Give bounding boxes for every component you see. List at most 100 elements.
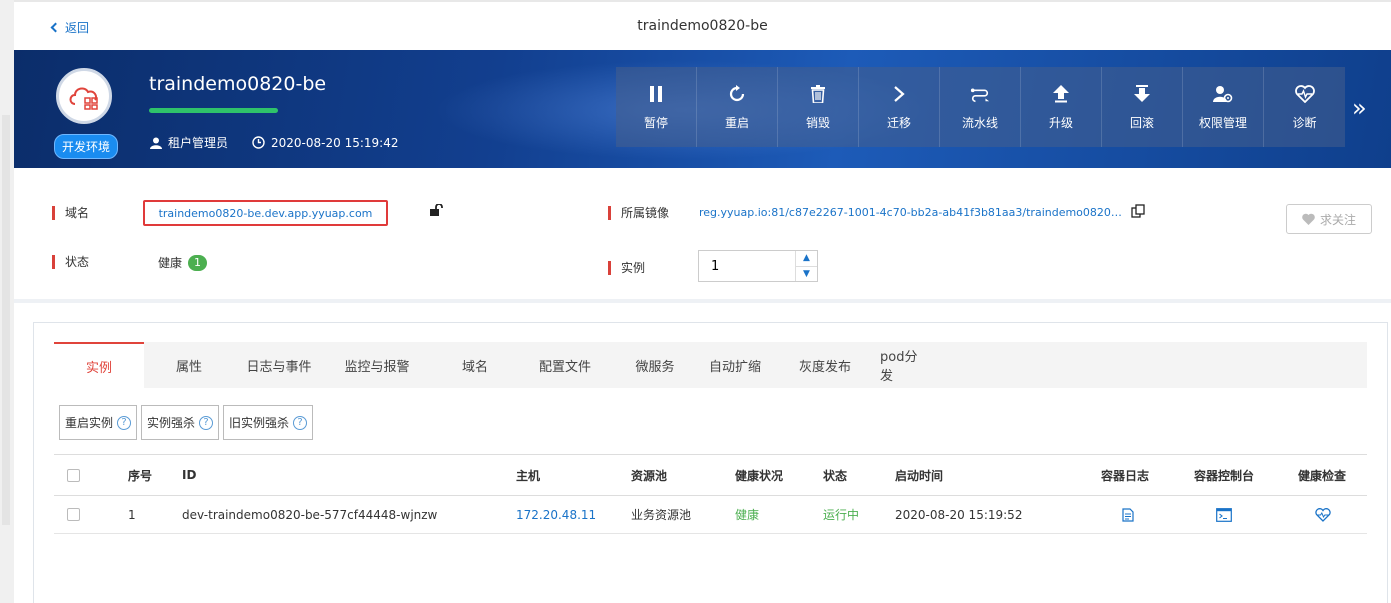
rollback-button[interactable]: 回滚 bbox=[1102, 67, 1183, 147]
restart-icon bbox=[727, 84, 747, 104]
upgrade-icon bbox=[1051, 84, 1071, 104]
tab-domain[interactable]: 域名 bbox=[430, 342, 520, 388]
pause-icon bbox=[646, 84, 666, 104]
page-title: traindemo0820-be bbox=[637, 18, 768, 34]
tab-gray-release[interactable]: 灰度发布 bbox=[770, 342, 880, 388]
permission-icon bbox=[1213, 84, 1233, 104]
tab-instances[interactable]: 实例 bbox=[54, 342, 144, 388]
copy-icon[interactable] bbox=[1131, 204, 1145, 221]
help-icon[interactable]: ? bbox=[293, 415, 308, 430]
row-id: dev-traindemo0820-be-577cf44448-wjnzw bbox=[182, 507, 438, 522]
kill-old-instance-button[interactable]: 旧实例强杀? bbox=[223, 405, 314, 440]
header-container-log: 容器日志 bbox=[1101, 468, 1150, 483]
follow-button[interactable]: 求关注 bbox=[1286, 204, 1372, 234]
owner-label: 租户管理员 bbox=[168, 136, 229, 150]
diagnose-button[interactable]: 诊断 bbox=[1264, 67, 1345, 147]
created-meta: 2020-08-20 15:19:42 bbox=[252, 136, 398, 150]
table-header: 序号 ID 主机 资源池 健康状况 状态 启动时间 容器日志 容器控制台 健康检… bbox=[54, 454, 1367, 496]
tab-microservices[interactable]: 微服务 bbox=[610, 342, 700, 388]
restart-instance-label: 重启实例 bbox=[65, 416, 114, 430]
tab-pod-distribution[interactable]: pod分发 bbox=[880, 342, 930, 388]
trash-icon bbox=[808, 84, 828, 104]
tab-bar: 实例 属性 日志与事件 监控与报警 域名 配置文件 微服务 自动扩缩 灰度发布 … bbox=[54, 342, 1367, 388]
rollback-icon bbox=[1132, 84, 1152, 104]
container-console-icon[interactable] bbox=[1216, 496, 1232, 533]
permission-button[interactable]: 权限管理 bbox=[1183, 67, 1264, 147]
instance-stepper[interactable]: ▲ ▼ bbox=[698, 250, 818, 282]
instance-table: 序号 ID 主机 资源池 健康状况 状态 启动时间 容器日志 容器控制台 健康检… bbox=[54, 454, 1367, 534]
stepper-up-icon[interactable]: ▲ bbox=[796, 251, 817, 267]
upgrade-button[interactable]: 升级 bbox=[1021, 67, 1102, 147]
header-health: 健康状况 bbox=[735, 468, 784, 483]
header-start-time: 启动时间 bbox=[895, 468, 944, 483]
health-check-icon[interactable] bbox=[1315, 496, 1331, 533]
kill-old-instance-label: 旧实例强杀 bbox=[229, 416, 290, 430]
pipeline-label: 流水线 bbox=[961, 115, 998, 130]
owner-meta: 租户管理员 bbox=[150, 134, 228, 151]
user-icon bbox=[150, 137, 162, 149]
more-actions-icon[interactable]: » bbox=[1352, 94, 1367, 122]
rollback-label: 回滚 bbox=[1129, 115, 1154, 130]
env-badge: 开发环境 bbox=[54, 134, 119, 159]
permission-label: 权限管理 bbox=[1198, 115, 1247, 130]
pipeline-button[interactable]: 流水线 bbox=[940, 67, 1021, 147]
top-bar: 返回 traindemo0820-be bbox=[14, 0, 1391, 50]
app-name: traindemo0820-be bbox=[149, 73, 327, 95]
row-select-cell bbox=[67, 496, 80, 533]
stepper-arrows: ▲ ▼ bbox=[795, 251, 817, 281]
app-health-bar bbox=[149, 108, 278, 113]
left-strip-shade bbox=[2, 115, 10, 525]
row-index: 1 bbox=[128, 507, 136, 522]
row-health: 健康 bbox=[735, 508, 760, 522]
tab-properties[interactable]: 属性 bbox=[144, 342, 234, 388]
app-avatar bbox=[56, 68, 112, 124]
select-all-checkbox[interactable] bbox=[67, 468, 80, 482]
tab-autoscaling[interactable]: 自动扩缩 bbox=[700, 342, 770, 388]
tab-monitor-alerts[interactable]: 监控与报警 bbox=[324, 342, 430, 388]
header-container-console: 容器控制台 bbox=[1194, 468, 1255, 483]
migrate-label: 迁移 bbox=[886, 115, 911, 130]
destroy-button[interactable]: 销毁 bbox=[778, 67, 859, 147]
kill-instance-button[interactable]: 实例强杀? bbox=[141, 405, 220, 440]
help-icon[interactable]: ? bbox=[117, 415, 132, 430]
restart-instance-button[interactable]: 重启实例? bbox=[59, 405, 138, 440]
domain-link[interactable]: traindemo0820-be.dev.app.yyuap.com bbox=[159, 207, 373, 220]
destroy-label: 销毁 bbox=[805, 115, 830, 130]
action-toolbar: 暂停 重启 销毁 迁移 流水线 升级 回滚 权限管理 诊断 bbox=[616, 67, 1345, 147]
unlock-icon[interactable] bbox=[430, 203, 444, 219]
row-host-link[interactable]: 172.20.48.11 bbox=[516, 496, 596, 533]
header-health-check: 健康检查 bbox=[1298, 468, 1347, 483]
status-value: 健康 1 bbox=[158, 254, 208, 271]
domain-highlight-box: traindemo0820-be.dev.app.yyuap.com bbox=[143, 200, 388, 226]
info-section: 域名 traindemo0820-be.dev.app.yyuap.com 状态… bbox=[14, 168, 1391, 303]
instance-input[interactable] bbox=[699, 251, 795, 281]
heart-icon bbox=[1302, 213, 1315, 225]
upgrade-label: 升级 bbox=[1048, 115, 1073, 130]
stepper-down-icon[interactable]: ▼ bbox=[796, 267, 817, 282]
migrate-button[interactable]: 迁移 bbox=[859, 67, 940, 147]
follow-label: 求关注 bbox=[1319, 212, 1356, 227]
table-row: 1 dev-traindemo0820-be-577cf44448-wjnzw … bbox=[54, 496, 1367, 534]
instance-count-badge: 1 bbox=[188, 254, 208, 271]
domain-label: 域名 bbox=[52, 206, 89, 220]
left-scroll-strip bbox=[0, 0, 14, 603]
diagnose-icon bbox=[1294, 84, 1315, 104]
app-root: 返回 traindemo0820-be 开发环境 traindemo0820-b… bbox=[0, 0, 1391, 603]
status-label: 状态 bbox=[52, 255, 89, 269]
image-link[interactable]: reg.yyuap.io:81/c87e2267-1001-4c70-bb2a-… bbox=[699, 206, 1125, 219]
header-status: 状态 bbox=[823, 468, 848, 483]
help-icon[interactable]: ? bbox=[199, 415, 214, 430]
container-log-icon[interactable] bbox=[1122, 496, 1134, 533]
app-banner: 开发环境 traindemo0820-be 租户管理员 2020-08-20 1… bbox=[14, 50, 1391, 168]
row-checkbox[interactable] bbox=[67, 508, 80, 521]
kill-instance-label: 实例强杀 bbox=[147, 416, 196, 430]
restart-button[interactable]: 重启 bbox=[697, 67, 778, 147]
tab-config-files[interactable]: 配置文件 bbox=[520, 342, 610, 388]
header-pool: 资源池 bbox=[631, 468, 668, 483]
chevron-right-icon bbox=[889, 84, 909, 104]
pause-button[interactable]: 暂停 bbox=[616, 67, 697, 147]
header-host: 主机 bbox=[516, 468, 541, 483]
header-id: ID bbox=[182, 468, 197, 482]
created-time: 2020-08-20 15:19:42 bbox=[271, 135, 399, 150]
tab-logs-events[interactable]: 日志与事件 bbox=[234, 342, 324, 388]
